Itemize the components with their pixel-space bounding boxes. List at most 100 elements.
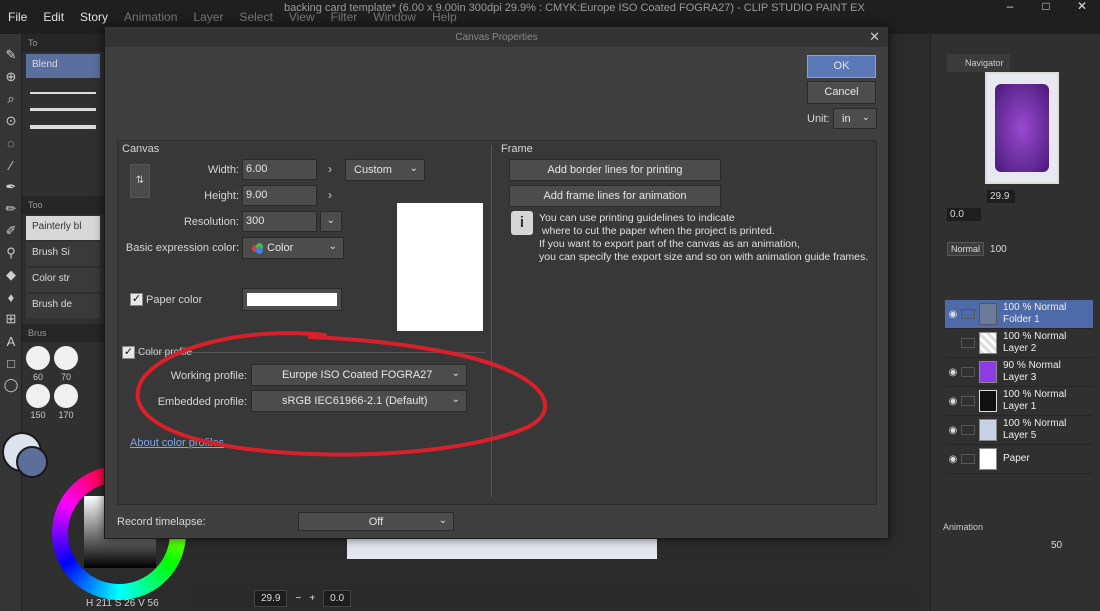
close-window-button[interactable]: ✕ bbox=[1064, 0, 1100, 14]
chevron-down-icon: ⌄ bbox=[438, 515, 447, 526]
brush-size-option[interactable]: 60 bbox=[26, 346, 50, 382]
lock-icon[interactable] bbox=[961, 425, 975, 435]
menu-edit[interactable]: Edit bbox=[35, 10, 72, 24]
eye-icon[interactable]: ◉ bbox=[945, 396, 961, 407]
animation-tab[interactable]: Animation bbox=[943, 522, 983, 532]
layer-row[interactable]: ◉ 100 % Normal Folder 1 bbox=[945, 300, 1093, 329]
animation-value[interactable]: 50 bbox=[1051, 540, 1062, 551]
brush-density-item[interactable]: Brush de bbox=[26, 294, 100, 318]
brush-size-item[interactable]: Brush Si bbox=[26, 242, 100, 266]
rotation-value[interactable]: 0.0 bbox=[323, 589, 352, 607]
brush-size-option[interactable]: 170 bbox=[54, 384, 78, 420]
subtool-tab[interactable]: To bbox=[22, 34, 104, 52]
chevron-down-icon: ⌄ bbox=[409, 163, 418, 174]
paper-color-checkbox[interactable]: ✓ bbox=[130, 293, 143, 306]
menu-animation[interactable]: Animation bbox=[116, 10, 185, 24]
zoom-out-icon[interactable]: − bbox=[295, 593, 301, 604]
zoom-in-icon[interactable]: + bbox=[309, 593, 315, 604]
basic-color-label: Basic expression color: bbox=[125, 242, 239, 254]
canvas-section-title: Canvas bbox=[122, 143, 160, 155]
paper-thumbnail bbox=[979, 448, 997, 470]
layer-opacity[interactable]: 100 bbox=[990, 244, 1007, 255]
painterly-blend-item[interactable]: Painterly bl bbox=[26, 216, 100, 240]
resolution-label: Resolution: bbox=[183, 216, 239, 228]
balloon-icon[interactable]: ◯ bbox=[0, 374, 22, 396]
sub-color-swatch[interactable] bbox=[16, 446, 48, 478]
zoom-value[interactable]: 29.9 bbox=[254, 589, 288, 607]
preset-select[interactable]: Custom ⌄ bbox=[345, 159, 425, 181]
pencil-icon[interactable]: ✏ bbox=[0, 198, 22, 220]
zoom-icon[interactable]: ⌕ bbox=[0, 88, 22, 110]
resolution-input[interactable]: 300 bbox=[242, 211, 317, 232]
tool-property-tab[interactable]: Too bbox=[22, 196, 104, 214]
brush-size-option[interactable]: 70 bbox=[54, 346, 78, 382]
canvas-zoom-bar: 29.9 − + 0.0 bbox=[194, 588, 914, 608]
layer-row[interactable]: ◉ 90 % Normal Layer 3 bbox=[945, 358, 1093, 387]
eye-icon[interactable]: ◉ bbox=[945, 367, 961, 378]
menu-story[interactable]: Story bbox=[72, 10, 116, 24]
menu-layer[interactable]: Layer bbox=[185, 10, 231, 24]
cancel-button[interactable]: Cancel bbox=[807, 81, 876, 104]
dialog-titlebar: Canvas Properties ✕ bbox=[105, 27, 888, 47]
lock-icon[interactable] bbox=[961, 309, 975, 319]
maximize-button[interactable]: □ bbox=[1028, 0, 1064, 14]
operation-icon[interactable]: ⊙ bbox=[0, 110, 22, 132]
chevron-right-icon[interactable]: › bbox=[328, 162, 332, 176]
layer-row[interactable]: ◉ 100 % Normal Layer 1 bbox=[945, 387, 1093, 416]
menu-file[interactable]: File bbox=[0, 10, 35, 24]
lock-icon[interactable] bbox=[961, 338, 975, 348]
pen-icon[interactable]: ✎ bbox=[0, 44, 22, 66]
eye-icon[interactable]: ◉ bbox=[945, 425, 961, 436]
blend-mode-select[interactable]: Normal bbox=[947, 242, 985, 256]
lock-icon[interactable] bbox=[961, 367, 975, 377]
chevron-right-icon[interactable]: › bbox=[328, 188, 332, 202]
timelapse-select[interactable]: Off ⌄ bbox=[298, 512, 454, 531]
swap-orientation-icon[interactable]: ⇅ bbox=[130, 164, 150, 198]
height-label: Height: bbox=[204, 190, 239, 202]
minimize-button[interactable]: – bbox=[992, 0, 1028, 14]
navigator-rotation[interactable]: 0.0 bbox=[947, 208, 981, 221]
color-mode-icon bbox=[252, 243, 264, 254]
brush-size-option[interactable]: 150 bbox=[26, 384, 50, 420]
unit-select[interactable]: in ⌄ bbox=[833, 108, 877, 129]
lock-icon[interactable] bbox=[961, 396, 975, 406]
layer-list: ◉ 100 % Normal Folder 1 100 % Normal Layer… bbox=[945, 300, 1093, 474]
grid-icon[interactable]: ⊞ bbox=[0, 308, 22, 330]
airbrush-icon[interactable]: ⚲ bbox=[0, 242, 22, 264]
fill-icon[interactable]: ◆ bbox=[0, 264, 22, 286]
layer-row[interactable]: ◉ Paper bbox=[945, 445, 1093, 474]
pen-tool-icon[interactable]: ✒ bbox=[0, 176, 22, 198]
canvas-artwork[interactable] bbox=[347, 538, 657, 559]
blend-icon[interactable]: ♦ bbox=[0, 286, 22, 308]
navigator-zoom[interactable]: 29.9 bbox=[987, 190, 1015, 203]
lasso-icon[interactable]: ◌ bbox=[0, 132, 22, 154]
add-border-lines-button[interactable]: Add border lines for printing bbox=[509, 159, 721, 181]
layer-row[interactable]: 100 % Normal Layer 2 bbox=[945, 329, 1093, 358]
chevron-down-icon: ⌄ bbox=[861, 112, 870, 123]
navigator-tab[interactable]: Navigator bbox=[947, 54, 1010, 72]
height-input[interactable]: 9.00 bbox=[242, 185, 317, 206]
text-icon[interactable]: A bbox=[0, 330, 22, 352]
add-frame-lines-button[interactable]: Add frame lines for animation bbox=[509, 185, 721, 207]
close-icon[interactable]: ✕ bbox=[869, 29, 880, 45]
brush-size-tab[interactable]: Brus bbox=[22, 324, 104, 342]
lock-icon[interactable] bbox=[961, 454, 975, 464]
paper-color-swatch[interactable] bbox=[242, 288, 342, 311]
eye-icon[interactable]: ◉ bbox=[945, 309, 961, 320]
menu-select[interactable]: Select bbox=[231, 10, 280, 24]
rectangle-icon[interactable]: □ bbox=[0, 352, 22, 374]
right-panel: Navigator 29.9 0.0 Normal 100 ◉ 100 % No… bbox=[930, 34, 1100, 611]
width-label: Width: bbox=[207, 164, 239, 176]
layer-row[interactable]: ◉ 100 % Normal Layer 5 bbox=[945, 416, 1093, 445]
eyedropper-icon[interactable]: ⁄ bbox=[0, 154, 22, 176]
download-icon[interactable]: ⊕ bbox=[0, 66, 22, 88]
ok-button[interactable]: OK bbox=[807, 55, 876, 78]
basic-color-select[interactable]: Color ⌄ bbox=[242, 237, 344, 259]
navigator-thumbnail[interactable] bbox=[985, 72, 1059, 184]
width-input[interactable]: 6.00 bbox=[242, 159, 317, 180]
eye-icon[interactable]: ◉ bbox=[945, 454, 961, 465]
resolution-dropdown[interactable]: ⌄ bbox=[320, 211, 342, 232]
subtool-blend[interactable]: Blend bbox=[26, 54, 100, 78]
color-stretch-item[interactable]: Color str bbox=[26, 268, 100, 292]
brush-icon[interactable]: ✐ bbox=[0, 220, 22, 242]
